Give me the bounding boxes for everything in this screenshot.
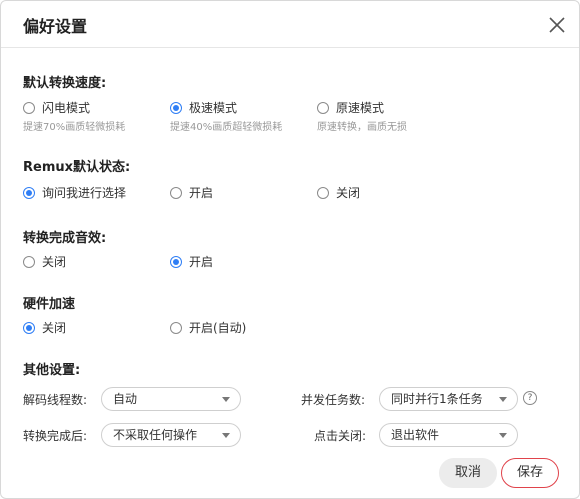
radio-dot-selected — [170, 255, 182, 268]
sound-section-title: 转换完成音效: — [23, 231, 107, 246]
radio-dot — [170, 321, 182, 334]
after-convert-label: 转换完成后: — [23, 429, 88, 443]
radio-label: 关闭 — [336, 186, 361, 200]
select-value: 自动 — [113, 392, 138, 406]
after-convert-select[interactable]: 不采取任何操作 — [101, 423, 241, 447]
preferences-dialog: 偏好设置 默认转换速度: 闪电模式 提速70%画质轻微损耗 极速模式 提速40%… — [0, 0, 580, 499]
hwaccel-section-title: 硬件加速 — [23, 297, 76, 312]
select-value: 不采取任何操作 — [113, 428, 198, 442]
chevron-down-icon — [222, 397, 230, 402]
radio-dot-selected — [170, 101, 182, 114]
radio-dot — [23, 101, 35, 114]
radio-label: 开启 — [189, 186, 214, 200]
radio-dot-selected — [23, 321, 35, 334]
radio-remux-ask[interactable]: 询问我进行选择 — [23, 184, 126, 201]
other-section-title: 其他设置: — [23, 363, 81, 378]
radio-original-mode[interactable]: 原速模式 — [317, 99, 384, 116]
radio-dot — [317, 186, 329, 199]
radio-label: 极速模式 — [189, 101, 238, 115]
help-icon[interactable]: ? — [523, 391, 537, 405]
select-value: 退出软件 — [391, 428, 440, 442]
chevron-down-icon — [222, 433, 230, 438]
on-close-label: 点击关闭: — [314, 429, 367, 443]
remux-section-title: Remux默认状态: — [23, 160, 131, 175]
close-icon[interactable] — [548, 16, 566, 34]
radio-lightning-mode[interactable]: 闪电模式 — [23, 99, 90, 116]
radio-sound-on[interactable]: 开启 — [170, 253, 213, 270]
radio-sound-off[interactable]: 关闭 — [23, 253, 66, 270]
radio-label: 关闭 — [42, 255, 67, 269]
radio-label: 关闭 — [42, 321, 67, 335]
radio-dot — [317, 101, 329, 114]
select-value: 同时并行1条任务 — [391, 392, 483, 406]
speed-section-title: 默认转换速度: — [23, 76, 107, 91]
radio-label: 原速模式 — [336, 101, 385, 115]
fast-mode-hint: 提速40%画质超轻微损耗 — [170, 122, 283, 133]
cancel-button[interactable]: 取消 — [439, 458, 497, 488]
dialog-title: 偏好设置 — [23, 17, 88, 36]
chevron-down-icon — [499, 433, 507, 438]
radio-label: 开启 — [189, 255, 214, 269]
radio-label: 闪电模式 — [42, 101, 91, 115]
lightning-mode-hint: 提速70%画质轻微损耗 — [23, 122, 126, 133]
dialog-header: 偏好设置 — [1, 1, 579, 48]
radio-hwaccel-auto[interactable]: 开启(自动) — [170, 319, 246, 336]
radio-dot — [170, 186, 182, 199]
on-close-select[interactable]: 退出软件 — [379, 423, 518, 447]
radio-label: 询问我进行选择 — [42, 186, 127, 200]
radio-dot — [23, 255, 35, 268]
radio-remux-on[interactable]: 开启 — [170, 184, 213, 201]
radio-dot-selected — [23, 186, 35, 199]
decode-threads-label: 解码线程数: — [23, 393, 88, 407]
decode-threads-select[interactable]: 自动 — [101, 387, 241, 411]
concurrent-tasks-label: 并发任务数: — [301, 393, 366, 407]
chevron-down-icon — [499, 397, 507, 402]
radio-hwaccel-off[interactable]: 关闭 — [23, 319, 66, 336]
radio-label: 开启(自动) — [189, 321, 247, 335]
original-mode-hint: 原速转换，画质无损 — [317, 122, 407, 133]
radio-remux-off[interactable]: 关闭 — [317, 184, 360, 201]
radio-fast-mode[interactable]: 极速模式 — [170, 99, 237, 116]
save-button[interactable]: 保存 — [501, 458, 559, 488]
concurrent-tasks-select[interactable]: 同时并行1条任务 — [379, 387, 518, 411]
